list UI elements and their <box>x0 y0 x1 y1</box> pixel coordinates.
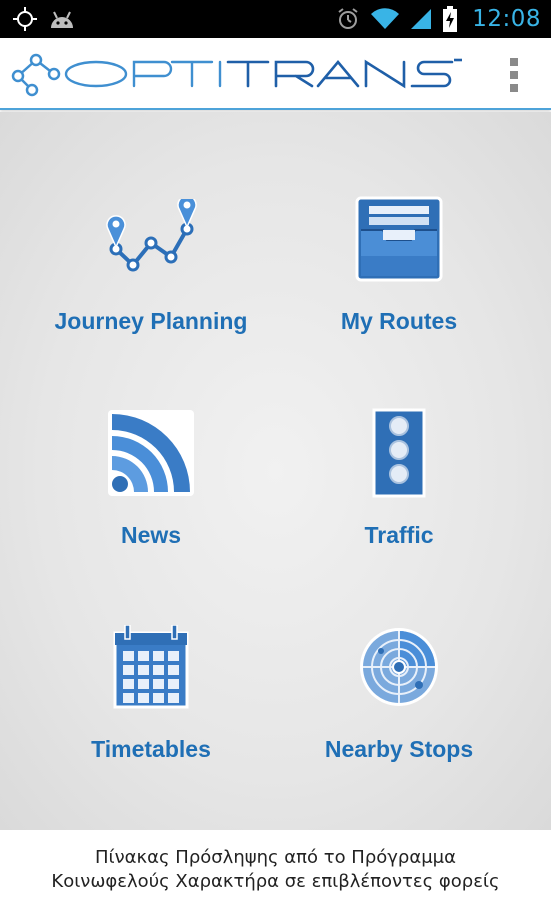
wifi-icon <box>370 8 400 30</box>
overflow-menu-icon[interactable] <box>507 58 521 92</box>
traffic-light-icon <box>372 408 426 498</box>
status-bar: 12:08 <box>0 0 551 38</box>
nearby-stops-label: Nearby Stops <box>324 736 474 762</box>
timetables-label: Timetables <box>91 736 211 762</box>
journey-route-icon <box>101 194 201 284</box>
gps-icon <box>12 6 38 32</box>
rss-feed-icon <box>108 408 194 498</box>
my-routes-label: My Routes <box>340 308 458 334</box>
journey-planning-tile[interactable]: Journey Planning <box>26 194 276 374</box>
traffic-tile[interactable]: Traffic <box>274 408 524 588</box>
news-tile[interactable]: News <box>26 408 276 588</box>
footer-line-1: Πίνακας Πρόσληψης από το Πρόγραμμα <box>94 847 456 868</box>
status-clock: 12:08 <box>472 6 541 32</box>
my-routes-tile[interactable]: My Routes <box>274 194 524 374</box>
calendar-icon <box>111 622 191 712</box>
android-icon <box>48 8 76 30</box>
timetables-tile[interactable]: Timetables <box>26 622 276 802</box>
dashboard-grid: Journey Planning My Routes News Traffic … <box>0 112 551 830</box>
app-header <box>0 38 551 110</box>
radar-icon <box>357 622 441 712</box>
status-bar-right: 12:08 <box>336 6 541 32</box>
footer-caption: Πίνακας Πρόσληψης από το Πρόγραμμα Κοινω… <box>0 830 551 900</box>
signal-icon <box>410 8 432 30</box>
journey-planning-label: Journey Planning <box>54 308 248 334</box>
status-bar-left <box>12 6 76 32</box>
file-tray-icon <box>351 194 447 284</box>
nearby-stops-tile[interactable]: Nearby Stops <box>274 622 524 802</box>
optitrans-logo <box>6 50 466 103</box>
battery-charging-icon <box>442 6 458 32</box>
alarm-icon <box>336 7 360 31</box>
traffic-label: Traffic <box>364 522 434 548</box>
news-label: News <box>120 522 182 548</box>
footer-line-2: Κοινωφελούς Χαρακτήρα σε επιβλέποντες φο… <box>51 871 500 892</box>
